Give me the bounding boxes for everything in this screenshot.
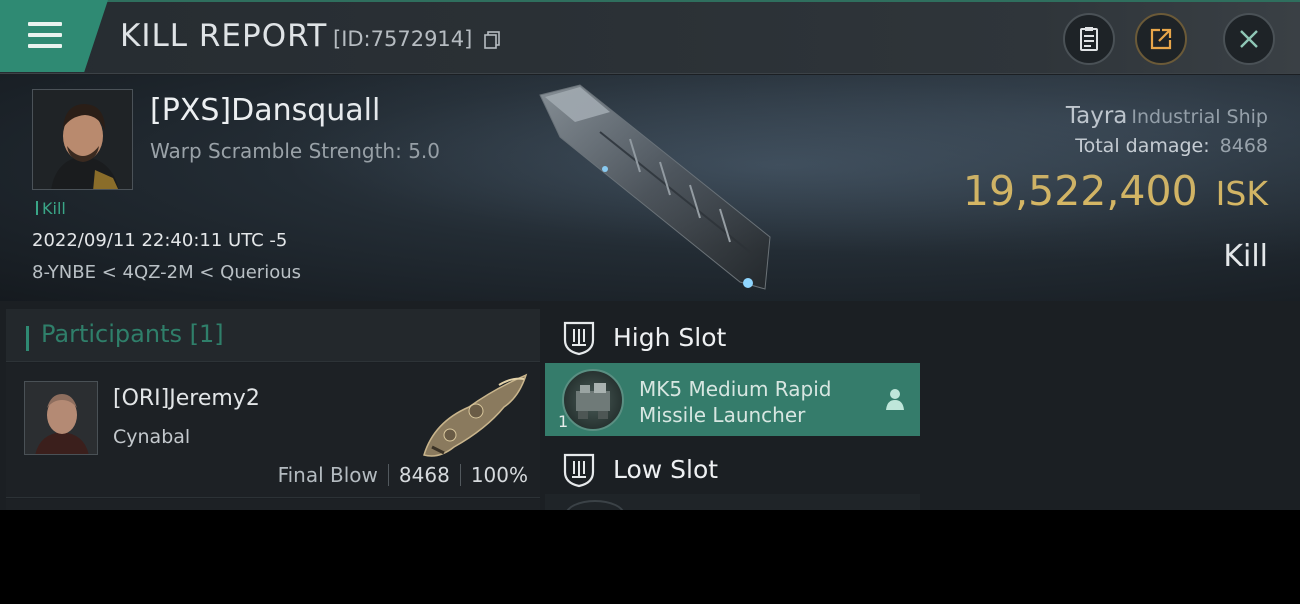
victim-ship-name[interactable]: Tayra [1066, 103, 1128, 129]
kill-result: Kill [1223, 239, 1268, 274]
share-icon [1150, 28, 1172, 50]
high-slot-title: High Slot [613, 323, 727, 352]
section-marker [26, 326, 29, 351]
person-icon [886, 389, 904, 410]
module-name: MK5 Medium Rapid Missile Launcher [639, 377, 832, 427]
clipboard-icon [1080, 27, 1098, 51]
close-icon [1240, 30, 1258, 48]
low-slot-header: Low Slot [545, 439, 920, 495]
top-bar: KILL REPORT [ID:7572914] [0, 0, 1300, 74]
participant-damage: 8468 [398, 463, 450, 487]
total-damage: Total damage: 8468 [1075, 135, 1268, 157]
victim-summary: [PXS]Dansquall Warp Scramble Strength: 5… [0, 75, 1300, 301]
divider [387, 464, 389, 486]
isk-amount: 19,522,400 [962, 167, 1198, 215]
participant-ship-image [423, 373, 528, 457]
participants-panel: Participants [1] [ORI]Jeremy2 Cynabal Fi… [6, 302, 540, 510]
participant-name: [ORI]Jeremy2 [113, 386, 260, 411]
high-slot-header: High Slot [545, 307, 920, 363]
fitting-panel: High Slot 1 MK5 Medium Rapid Missile Lau… [545, 302, 920, 510]
low-slot-icon [563, 453, 595, 488]
module-item[interactable]: 1 MK5 Medium Rapid Missile Launcher [545, 363, 920, 436]
report-id: [ID:7572914] [333, 27, 473, 51]
isk-value: 19,522,400 ISK [963, 167, 1268, 215]
module-icon [565, 500, 625, 510]
participants-title: Participants [1] [41, 320, 224, 348]
kill-tag: Kill [36, 199, 66, 218]
close-button[interactable] [1223, 13, 1275, 65]
victim-subtitle: Warp Scramble Strength: 5.0 [150, 139, 441, 163]
participant-percent: 100% [470, 463, 528, 487]
low-slot-title: Low Slot [613, 455, 719, 484]
participant-row[interactable]: [ORI]Jeremy2 Cynabal Final Blow 8468 100% [6, 363, 540, 498]
clipboard-button[interactable] [1063, 13, 1115, 65]
module-item[interactable] [545, 494, 920, 510]
victim-name: [PXS]Dansquall [150, 93, 381, 128]
participant-ship: Cynabal [113, 426, 191, 448]
copy-icon[interactable] [484, 31, 500, 49]
participant-row[interactable] [6, 499, 540, 510]
module-icon [562, 369, 624, 431]
share-button[interactable] [1135, 13, 1187, 65]
final-blow-label: Final Blow [277, 463, 378, 487]
kill-datetime: 2022/09/11 22:40:11 UTC -5 [32, 230, 288, 251]
total-damage-label: Total damage: [1075, 135, 1210, 157]
page-title: KILL REPORT [120, 18, 328, 54]
participants-header: Participants [1] [6, 309, 540, 362]
kill-location: 8-YNBE < 4QZ-2M < Querious [32, 262, 302, 283]
total-damage-value: 8468 [1219, 135, 1268, 157]
participant-stats: Final Blow 8468 100% [278, 463, 528, 487]
isk-unit: ISK [1215, 174, 1268, 213]
victim-ship-line: Tayra Industrial Ship [1066, 103, 1268, 129]
victim-ship-image [539, 84, 771, 290]
menu-button[interactable] [0, 0, 108, 72]
high-slot-icon [563, 321, 595, 356]
participant-avatar[interactable] [24, 381, 98, 455]
divider [459, 464, 461, 486]
victim-avatar[interactable] [32, 89, 133, 190]
module-quantity: 1 [558, 412, 569, 431]
victim-ship-class: Industrial Ship [1131, 106, 1268, 128]
kill-report-screen: KILL REPORT [ID:7572914] [PXS]Dansquall … [0, 0, 1300, 510]
empty-area [920, 302, 1300, 510]
